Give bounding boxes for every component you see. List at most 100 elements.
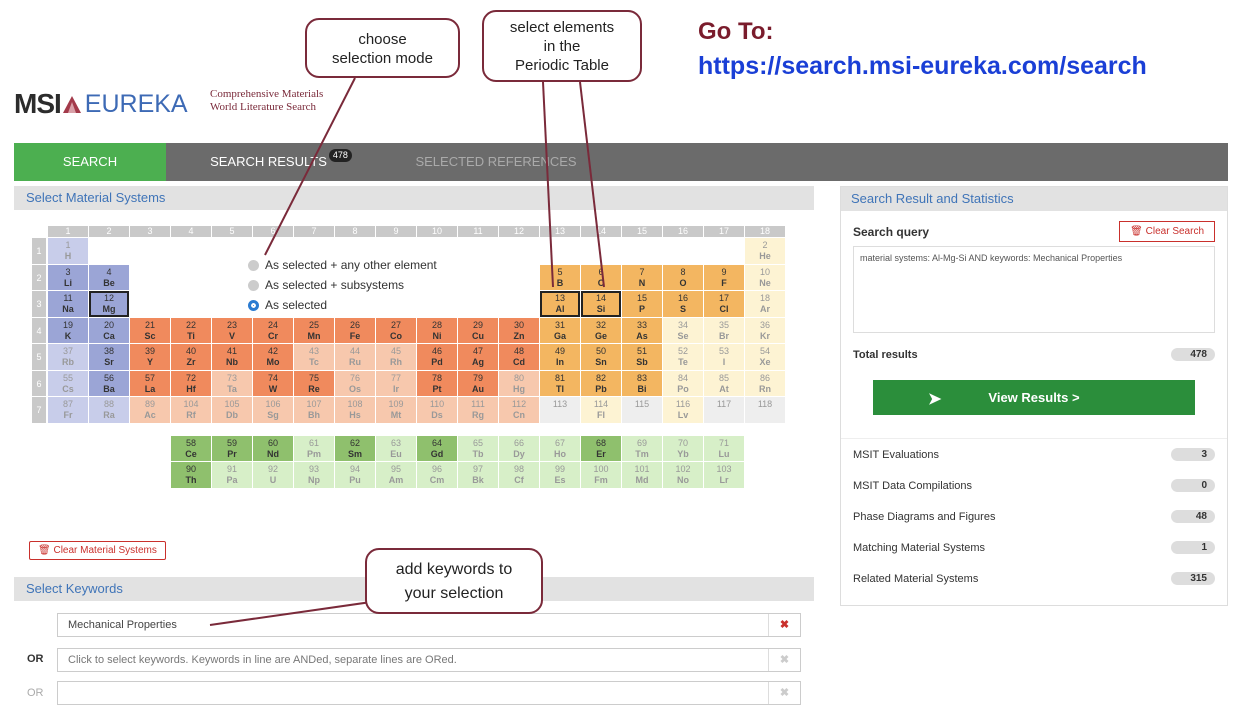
element-Si[interactable]: 14 Si — [581, 291, 621, 317]
element-Dy[interactable]: 66 Dy — [499, 435, 539, 461]
tab-selected-references[interactable]: SELECTED REFERENCES — [396, 143, 596, 181]
element-Gd[interactable]: 64 Gd — [417, 435, 457, 461]
element-Lr[interactable]: 103 Lr — [704, 462, 744, 488]
element-Ti[interactable]: 22 Ti — [171, 317, 211, 343]
element-Sn[interactable]: 50 Sn — [581, 344, 621, 370]
element-Pu[interactable]: 94 Pu — [335, 462, 375, 488]
element-Fe[interactable]: 26 Fe — [335, 317, 375, 343]
group-header[interactable]: 12 — [499, 226, 539, 237]
element-Bi[interactable]: 83 Bi — [622, 370, 662, 396]
element-Sg[interactable]: 106 Sg — [253, 397, 293, 423]
radio-any-other[interactable]: As selected + any other element — [248, 255, 437, 275]
element-Cd[interactable]: 48 Cd — [499, 344, 539, 370]
element-Ge[interactable]: 32 Ge — [581, 317, 621, 343]
group-header[interactable]: 4 — [171, 226, 211, 237]
element-Os[interactable]: 76 Os — [335, 370, 375, 396]
group-header[interactable]: 16 — [663, 226, 703, 237]
element-Ds[interactable]: 110 Ds — [417, 397, 457, 423]
element-Zn[interactable]: 30 Zn — [499, 317, 539, 343]
element-Br[interactable]: 35 Br — [704, 317, 744, 343]
element-Sm[interactable]: 62 Sm — [335, 435, 375, 461]
group-header[interactable]: 6 — [253, 226, 293, 237]
element-Ba[interactable]: 56 Ba — [89, 370, 129, 396]
element-As[interactable]: 33 As — [622, 317, 662, 343]
group-header[interactable]: 8 — [335, 226, 375, 237]
element-Ta[interactable]: 73 Ta — [212, 370, 252, 396]
element-Ar[interactable]: 18 Ar — [745, 291, 785, 317]
element-Pd[interactable]: 46 Pd — [417, 344, 457, 370]
element-Re[interactable]: 75 Re — [294, 370, 334, 396]
period-header[interactable]: 5 — [32, 344, 46, 370]
group-header[interactable]: 10 — [417, 226, 457, 237]
element-Fm[interactable]: 100 Fm — [581, 462, 621, 488]
group-header[interactable]: 11 — [458, 226, 498, 237]
element-Tm[interactable]: 69 Tm — [622, 435, 662, 461]
element-Y[interactable]: 39 Y — [130, 344, 170, 370]
element-At[interactable]: 85 At — [704, 370, 744, 396]
element-Hg[interactable]: 80 Hg — [499, 370, 539, 396]
element-H[interactable]: 1H — [48, 238, 88, 264]
element-C[interactable]: 6C — [581, 264, 621, 290]
element-Lu[interactable]: 71 Lu — [704, 435, 744, 461]
element-Ru[interactable]: 44 Ru — [335, 344, 375, 370]
radio-subsystems[interactable]: As selected + subsystems — [248, 275, 437, 295]
element-Se[interactable]: 34 Se — [663, 317, 703, 343]
radio-as-selected[interactable]: As selected — [248, 295, 437, 315]
element-117[interactable]: 117 — [704, 397, 744, 423]
group-header[interactable]: 5 — [212, 226, 252, 237]
group-header[interactable]: 18 — [745, 226, 785, 237]
tab-search[interactable]: SEARCH — [14, 143, 166, 181]
element-Po[interactable]: 84 Po — [663, 370, 703, 396]
element-Ho[interactable]: 67 Ho — [540, 435, 580, 461]
group-header[interactable]: 1 — [48, 226, 88, 237]
element-W[interactable]: 74 W — [253, 370, 293, 396]
element-B[interactable]: 5B — [540, 264, 580, 290]
element-La[interactable]: 57 La — [130, 370, 170, 396]
group-header[interactable]: 15 — [622, 226, 662, 237]
period-header[interactable]: 7 — [32, 397, 46, 423]
period-header[interactable]: 1 — [32, 238, 46, 264]
tab-search-results[interactable]: SEARCH RESULTS 478 — [166, 143, 396, 181]
element-Tl[interactable]: 81 Tl — [540, 370, 580, 396]
element-N[interactable]: 7N — [622, 264, 662, 290]
element-Mg[interactable]: 12 Mg — [89, 291, 129, 317]
msi-eureka-logo[interactable]: MSI EUREKA — [14, 88, 188, 120]
element-Pm[interactable]: 61 Pm — [294, 435, 334, 461]
element-Rg[interactable]: 111 Rg — [458, 397, 498, 423]
element-Np[interactable]: 93 Np — [294, 462, 334, 488]
group-header[interactable]: 14 — [581, 226, 621, 237]
element-Fl[interactable]: 114 Fl — [581, 397, 621, 423]
element-V[interactable]: 23 V — [212, 317, 252, 343]
element-Yb[interactable]: 70 Yb — [663, 435, 703, 461]
element-Co[interactable]: 27 Co — [376, 317, 416, 343]
period-header[interactable]: 4 — [32, 317, 46, 343]
element-Te[interactable]: 52 Te — [663, 344, 703, 370]
element-Bh[interactable]: 107 Bh — [294, 397, 334, 423]
element-Al[interactable]: 13 Al — [540, 291, 580, 317]
element-118[interactable]: 118 — [745, 397, 785, 423]
element-Cs[interactable]: 55 Cs — [48, 370, 88, 396]
group-header[interactable]: 17 — [704, 226, 744, 237]
element-Sb[interactable]: 51 Sb — [622, 344, 662, 370]
element-No[interactable]: 102 No — [663, 462, 703, 488]
period-header[interactable]: 3 — [32, 291, 46, 317]
element-Cm[interactable]: 96 Cm — [417, 462, 457, 488]
element-U[interactable]: 92 U — [253, 462, 293, 488]
element-Nd[interactable]: 60 Nd — [253, 435, 293, 461]
element-113[interactable]: 113 — [540, 397, 580, 423]
element-Pt[interactable]: 78 Pt — [417, 370, 457, 396]
element-He[interactable]: 2 He — [745, 238, 785, 264]
element-Ce[interactable]: 58 Ce — [171, 435, 211, 461]
element-Hf[interactable]: 72 Hf — [171, 370, 211, 396]
element-Be[interactable]: 4 Be — [89, 264, 129, 290]
element-Xe[interactable]: 54 Xe — [745, 344, 785, 370]
element-Nb[interactable]: 41 Nb — [212, 344, 252, 370]
element-Er[interactable]: 68 Er — [581, 435, 621, 461]
element-Fr[interactable]: 87 Fr — [48, 397, 88, 423]
element-Zr[interactable]: 40 Zr — [171, 344, 211, 370]
element-Li[interactable]: 3 Li — [48, 264, 88, 290]
element-Rf[interactable]: 104 Rf — [171, 397, 211, 423]
clear-material-systems-button[interactable]: 🗑 Clear Material Systems — [29, 541, 166, 560]
element-115[interactable]: 115 — [622, 397, 662, 423]
period-header[interactable]: 2 — [32, 264, 46, 290]
